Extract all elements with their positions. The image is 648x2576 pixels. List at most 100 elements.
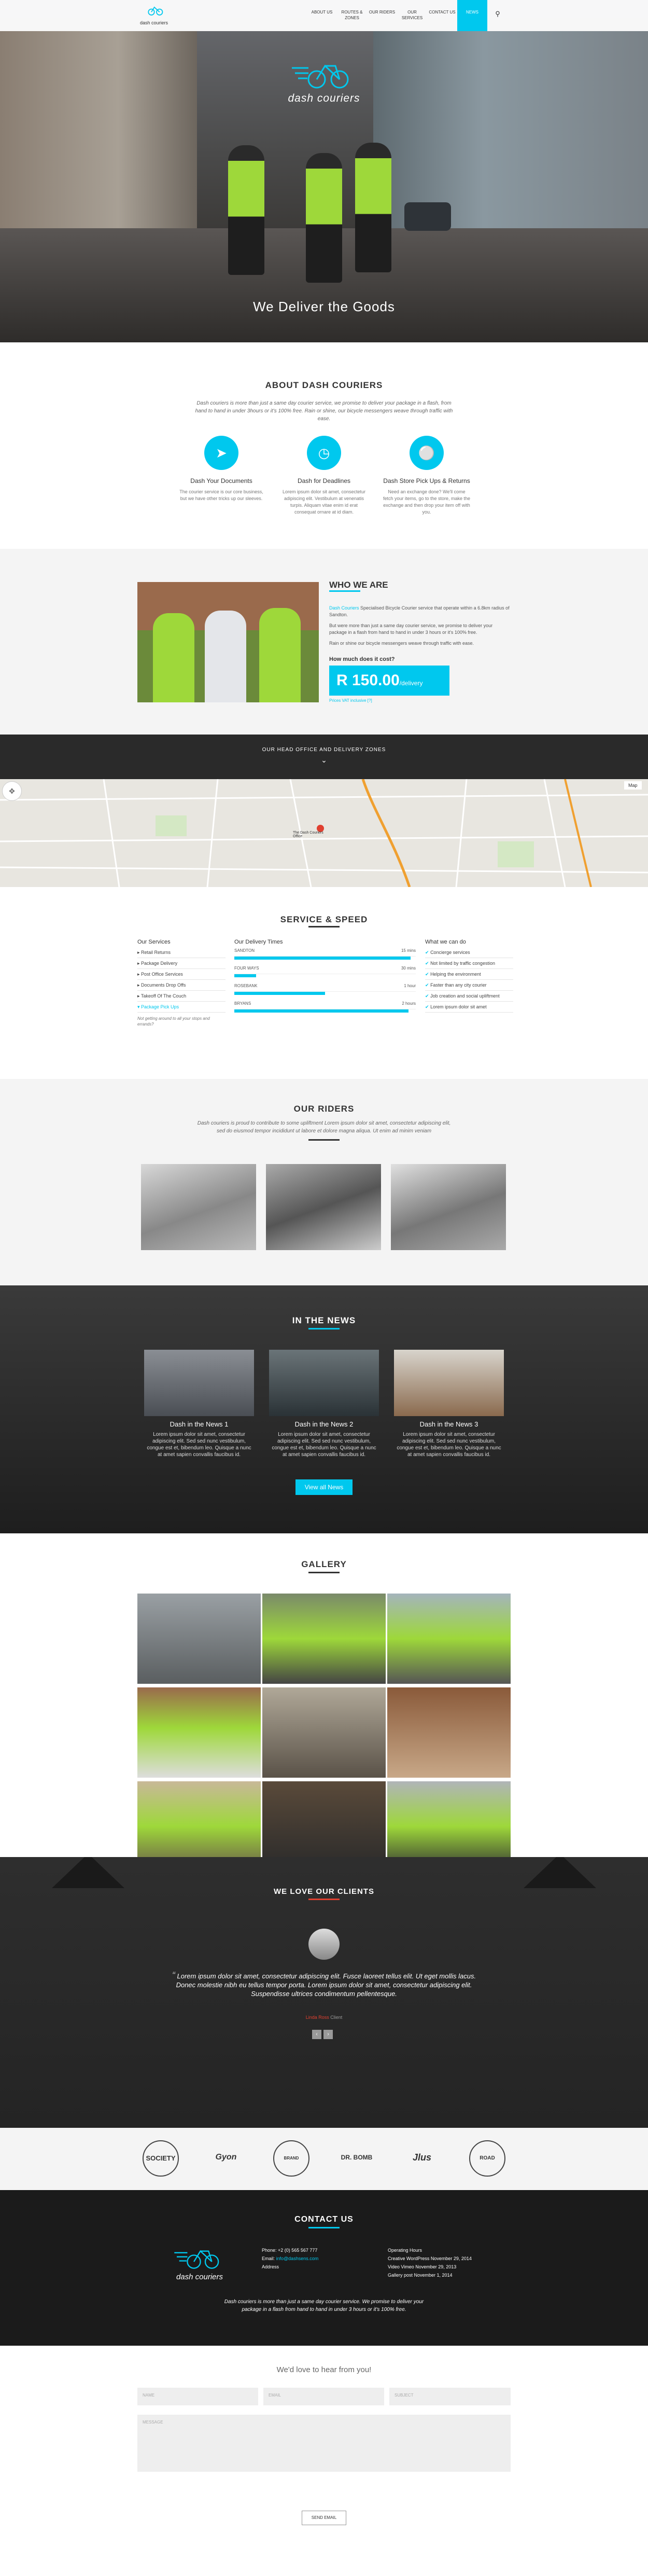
feature-title: Dash Your Documents — [190, 477, 252, 484]
brand-logo: DR. BOMB — [341, 2154, 373, 2161]
feature-card: ➤ Dash Your Documents The courier servic… — [177, 436, 265, 502]
email-value[interactable]: info@dashsens.com — [276, 2256, 319, 2261]
service-item[interactable]: ▸ Retail Returns — [137, 947, 226, 958]
nav-item-services[interactable]: OUR SERVICES — [397, 0, 427, 31]
brand-logo: SOCIETY — [143, 2140, 179, 2177]
nav-item-riders[interactable]: OUR RIDERS — [367, 0, 397, 31]
message-textarea[interactable]: MESSAGE — [137, 2415, 511, 2472]
service-item[interactable]: ▸ Documents Drop Offs — [137, 980, 226, 991]
nav-item-routes[interactable]: ROUTES & ZONES — [337, 0, 367, 31]
gallery-image[interactable] — [137, 1687, 261, 1778]
delivery-time-label: SANDTON 15 mins — [234, 948, 416, 957]
brand-logo: Gyon — [215, 2153, 237, 2162]
brand-logo: Jlus — [412, 2152, 432, 2163]
chevron-down-icon[interactable]: ⌄ — [319, 756, 329, 765]
zone-name: SANDTON — [234, 948, 255, 953]
delivery-time-bar — [234, 974, 256, 977]
hero-logo: dash couriers — [283, 60, 365, 105]
hero-rider — [306, 153, 342, 283]
brands-section — [0, 2128, 648, 2190]
cando-item-label: Job creation and social upliftment — [430, 993, 500, 999]
cando-heading: What we can do — [425, 939, 466, 945]
hours-heading: Operating Hours — [388, 2248, 422, 2253]
top-nav: dash couriers ABOUT US ROUTES & ZONES OU… — [0, 0, 648, 31]
nav-item-contact[interactable]: CONTACT US — [427, 0, 457, 31]
contact-logo-text: dash couriers — [176, 2273, 223, 2281]
testimonial-quote: “ Lorem ipsum dolor sit amet, consectetu… — [168, 1971, 480, 1998]
gallery-image[interactable] — [137, 1594, 261, 1684]
name-input[interactable]: NAME — [137, 2388, 258, 2405]
nav-item-news[interactable]: NEWS — [457, 0, 487, 31]
service-item-label: Retail Returns — [141, 950, 171, 955]
who-link[interactable]: Dash Couriers — [329, 605, 359, 611]
rider-photo[interactable] — [391, 1164, 506, 1250]
next-arrow-icon[interactable]: › — [323, 2030, 333, 2039]
gallery-title: GALLERY — [301, 1559, 347, 1569]
view-all-news-button[interactable]: View all News — [295, 1479, 353, 1495]
contact-title: CONTACT US — [294, 2215, 354, 2224]
rider-photo[interactable] — [141, 1164, 256, 1250]
zone-time: 2 hours — [402, 1001, 416, 1006]
map-pan-control[interactable]: ✥ — [2, 781, 22, 801]
vat-note[interactable]: Prices VAT inclusive [?] — [329, 698, 372, 703]
cando-item-label: Not limited by traffic congestion — [430, 961, 495, 966]
service-item[interactable]: ▸ Post Office Services — [137, 969, 226, 980]
operating-hours: Operating Hours Creative WordPress Novem… — [388, 2246, 502, 2279]
address-label: Address — [262, 2264, 279, 2269]
news-card[interactable]: Dash in the News 3 Lorem ipsum dolor sit… — [394, 1350, 504, 1458]
subject-input[interactable]: SUBJECT — [389, 2388, 511, 2405]
zone-name: ROSEBANK — [234, 984, 258, 988]
brand-logo: BRAND — [273, 2140, 309, 2177]
service-item[interactable]: ▸ Package Delivery — [137, 958, 226, 969]
email-input[interactable]: EMAIL — [263, 2388, 384, 2405]
who-section — [0, 549, 648, 735]
delivery-time-row: SANDTON 15 mins — [234, 948, 416, 960]
delivery-time-row: ROSEBANK 1 hour — [234, 984, 416, 995]
cando-item: ✔ Helping the environment — [425, 969, 513, 980]
service-item[interactable]: ▸ Takeoff Of The Couch — [137, 991, 226, 1002]
hero-rider — [228, 145, 264, 275]
gallery-grid — [137, 1594, 511, 1874]
nav-logo[interactable]: dash couriers — [136, 4, 172, 27]
news-card-title: Dash in the News 1 — [170, 1420, 229, 1428]
service-item-label: Documents Drop Offs — [141, 982, 186, 988]
testimonial-text: Lorem ipsum dolor sit amet, consectetur … — [176, 1972, 476, 1998]
bicycle-logo-icon — [174, 2250, 219, 2269]
news-card[interactable]: Dash in the News 1 Lorem ipsum dolor sit… — [144, 1350, 254, 1458]
gallery-image[interactable] — [387, 1594, 511, 1684]
cando-item: ✔ Concierge services — [425, 947, 513, 958]
send-email-button[interactable]: SEND EMAIL — [302, 2511, 346, 2525]
news-card-body: Lorem ipsum dolor sit amet, consectetur … — [397, 1432, 501, 1458]
map[interactable]: ✥ Map The Dash Couriers Office — [0, 779, 648, 887]
nav-item-about[interactable]: ABOUT US — [307, 0, 337, 31]
services-heading: Our Services — [137, 939, 171, 945]
hero-car — [404, 202, 451, 231]
phone-value[interactable]: +2 (0) 565 567 777 — [278, 2248, 317, 2253]
prev-arrow-icon[interactable]: ‹ — [312, 2030, 321, 2039]
hero-rider — [355, 143, 391, 272]
contact-details: Phone: +2 (0) 565 567 777 Email: info@da… — [262, 2246, 376, 2271]
news-card[interactable]: Dash in the News 2 Lorem ipsum dolor sit… — [269, 1350, 379, 1458]
map-type-button[interactable]: Map — [624, 781, 642, 790]
about-title: ABOUT DASH COURIERS — [265, 380, 383, 390]
rider-photo[interactable] — [266, 1164, 381, 1250]
stopwatch-icon: ◷ — [307, 436, 341, 470]
bicycle-logo-icon — [148, 6, 163, 16]
cando-column: What we can do ✔ Concierge services ✔ No… — [425, 939, 513, 1013]
testimonial-author: Linda Ross Client — [0, 2015, 648, 2020]
gallery-image[interactable] — [262, 1687, 386, 1778]
gallery-image[interactable] — [262, 1594, 386, 1684]
who-body-3: Rain or shine our bicycle messengers wea… — [329, 641, 474, 646]
gallery-image[interactable] — [387, 1687, 511, 1778]
gallery-underline — [308, 1572, 340, 1573]
zone-name: FOUR WAYS — [234, 966, 259, 971]
service-item-active[interactable]: ▾ Package Pick Ups — [137, 1002, 226, 1013]
hero-building-left — [0, 31, 197, 249]
who-photo — [137, 582, 319, 702]
price: R 150.00 — [336, 672, 400, 689]
delivery-time-label: FOUR WAYS 30 mins — [234, 966, 416, 974]
search-icon[interactable]: ⚲ — [487, 0, 508, 31]
service-title: SERVICE & SPEED — [280, 915, 368, 924]
who-body-2: But were more than just a same day couri… — [329, 623, 493, 635]
contact-logo: dash couriers — [166, 2246, 233, 2281]
